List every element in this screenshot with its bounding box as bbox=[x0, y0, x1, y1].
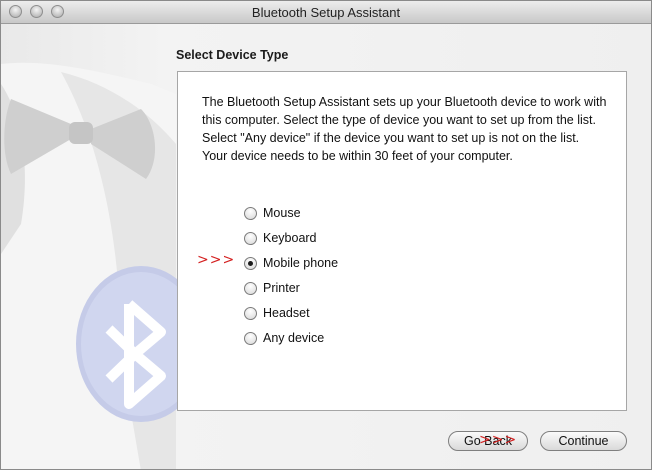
radio-option-any-device[interactable]: Any device bbox=[244, 329, 324, 347]
page-heading: Select Device Type bbox=[176, 48, 289, 62]
radio-option-printer[interactable]: Printer bbox=[244, 279, 300, 297]
radio-button[interactable] bbox=[244, 231, 257, 245]
instructions-text: The Bluetooth Setup Assistant sets up yo… bbox=[202, 95, 607, 163]
bluetooth-setup-window: Bluetooth Setup Assistant Select Device … bbox=[0, 0, 652, 470]
title-bar: Bluetooth Setup Assistant bbox=[1, 1, 651, 24]
assistant-content: Select Device Type The Bluetooth Setup A… bbox=[1, 24, 651, 469]
radio-option-keyboard[interactable]: Keyboard bbox=[244, 229, 317, 247]
radio-label: Printer bbox=[263, 281, 300, 295]
radio-label: Mouse bbox=[263, 206, 301, 220]
radio-label: Headset bbox=[263, 306, 310, 320]
continue-button[interactable]: Continue bbox=[540, 431, 627, 451]
radio-button[interactable] bbox=[244, 331, 257, 345]
continue-pointer-arrows: >>> bbox=[479, 432, 518, 448]
radio-label: Any device bbox=[263, 331, 325, 345]
radio-button[interactable] bbox=[244, 281, 257, 295]
radio-label: Keyboard bbox=[263, 231, 317, 245]
device-type-panel: The Bluetooth Setup Assistant sets up yo… bbox=[177, 71, 627, 411]
radio-option-headset[interactable]: Headset bbox=[244, 304, 310, 322]
window-title: Bluetooth Setup Assistant bbox=[251, 5, 401, 20]
radio-button[interactable] bbox=[244, 306, 257, 320]
radio-button[interactable] bbox=[244, 206, 257, 220]
tuxedo-bluetooth-illustration bbox=[1, 62, 181, 469]
radio-option-mobile-phone[interactable]: Mobile phone bbox=[244, 254, 338, 272]
radio-button-selected[interactable] bbox=[244, 256, 257, 270]
radio-option-mouse[interactable]: Mouse bbox=[244, 204, 301, 222]
radio-label: Mobile phone bbox=[263, 256, 339, 270]
selection-pointer-arrows: >>> bbox=[197, 252, 236, 268]
